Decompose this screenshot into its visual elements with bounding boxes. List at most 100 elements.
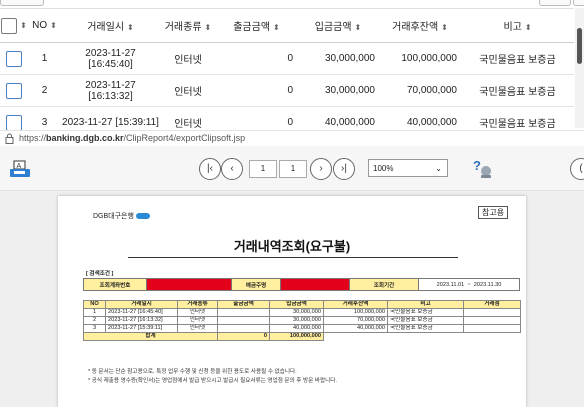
row-checkbox[interactable] <box>6 114 22 131</box>
report-cell <box>217 324 270 333</box>
sort-icon[interactable]: ⬍ <box>50 21 57 30</box>
select-all-header[interactable]: ⬍ <box>0 8 28 43</box>
report-cell <box>217 308 270 317</box>
report-col-header: 거래일시 <box>105 300 178 309</box>
help-icon[interactable]: ? <box>471 157 493 179</box>
print-icon[interactable]: A <box>9 160 31 180</box>
document-notes: * 동 문서는 단순 참고용으로, 특정 업무 수행 및 신청 등을 위한 용도… <box>88 368 337 386</box>
period-from: 2023.11.01 <box>436 281 465 288</box>
url-host: banking.dgb.co.kr <box>46 133 124 143</box>
last-page-icon: ›| <box>341 163 347 174</box>
report-col-header: 거래후잔액 <box>323 300 388 309</box>
top-partial-button[interactable] <box>539 0 571 6</box>
report-cell: 2 <box>83 316 106 325</box>
report-cell: 100,000,000 <box>323 308 388 317</box>
report-cell: 70,000,000 <box>323 316 388 325</box>
report-page: DGB대구은행 참고용 거래내역조회(요구불) [ 검색조건 ] 조회계좌번호 … <box>58 196 526 407</box>
period-label: 조회기간 <box>349 278 419 291</box>
cell-type: 인터넷 <box>160 42 216 75</box>
grid-scrollbar[interactable] <box>575 8 584 128</box>
col-header-label: 비고 <box>503 22 522 33</box>
col-header-withdraw[interactable]: 출금금액 ⬍ <box>216 8 297 43</box>
page-current-input[interactable]: 1 <box>249 160 277 178</box>
report-col-header: 입금금액 <box>269 300 324 309</box>
next-page-button[interactable]: › <box>310 158 332 180</box>
search-conditions-title: [ 검색조건 ] <box>86 271 114 277</box>
next-page-partial-button[interactable]: ( <box>570 158 584 180</box>
col-header-label: 입금금액 <box>314 22 352 33</box>
report-col-header: 비고 <box>387 300 464 309</box>
prev-page-button[interactable]: ‹ <box>221 158 243 180</box>
url-prefix: https:// <box>19 133 47 143</box>
note-line: * 동 문서는 단순 참고용으로, 특정 업무 수행 및 신청 등을 위한 용도… <box>88 369 297 375</box>
total-empty <box>463 332 521 341</box>
col-header-label: NO <box>32 20 48 31</box>
period-value: 2023.11.01 ~ 2023.11.30 <box>418 278 520 291</box>
select-all-checkbox[interactable] <box>1 17 18 34</box>
lock-icon <box>5 133 14 144</box>
report-cell: 2023-11-27 [16:13:32] <box>105 316 178 325</box>
cell-deposit: 30,000,000 <box>297 42 379 75</box>
report-cell: 1 <box>83 308 106 317</box>
col-header-no[interactable]: NO ⬍ <box>28 8 61 43</box>
note-line: * 공식 제출용 영수증(확인서)는 영업점에서 발급 받으시고 발급시 필요서… <box>88 378 337 384</box>
account-value-redacted <box>146 278 232 291</box>
sort-icon[interactable]: ⬍ <box>20 21 27 30</box>
col-header-date[interactable]: 거래일시 ⬍ <box>61 8 160 43</box>
table-row[interactable]: 2 2023-11-27 [16:13:32] 인터넷 0 30,000,000… <box>0 74 574 107</box>
col-header-type[interactable]: 거래종류 ⬍ <box>160 8 216 43</box>
holder-value-redacted <box>280 278 350 291</box>
col-header-memo[interactable]: 비고 ⬍ <box>461 8 574 43</box>
table-row[interactable]: 1 2023-11-27 [16:45:40] 인터넷 0 30,000,000… <box>0 42 574 75</box>
report-cell: 3 <box>83 324 106 333</box>
cell-balance: 70,000,000 <box>379 74 461 107</box>
sort-icon[interactable]: ⬍ <box>205 23 212 32</box>
report-cell <box>217 316 270 325</box>
report-cell: 국민물음표 보증금 <box>387 316 464 325</box>
zoom-select[interactable]: 100% ⌄ <box>368 159 448 177</box>
account-label: 조회계좌번호 <box>83 278 147 291</box>
top-strip <box>0 0 584 6</box>
svg-text:A: A <box>17 163 22 170</box>
report-cell: 40,000,000 <box>323 324 388 333</box>
top-partial-button[interactable] <box>573 0 584 6</box>
grid-scrollbar-thumb[interactable] <box>577 28 582 64</box>
report-cell: 40,000,000 <box>269 324 324 333</box>
cell-deposit: 30,000,000 <box>297 74 379 107</box>
sort-icon[interactable]: ⬍ <box>525 23 532 32</box>
row-checkbox[interactable] <box>6 50 22 67</box>
last-page-button[interactable]: ›| <box>333 158 355 180</box>
url-status-bar: https://banking.dgb.co.kr/ClipReport4/ex… <box>0 130 584 146</box>
cell-withdraw: 0 <box>216 74 297 107</box>
svg-text:?: ? <box>473 158 481 173</box>
document-title: 거래내역조회(요구불) <box>233 239 351 254</box>
report-row: 1 2023-11-27 [16:45:40] 인터넷 30,000,000 1… <box>83 308 521 317</box>
sort-icon[interactable]: ⬍ <box>127 23 134 32</box>
report-cell: 30,000,000 <box>269 308 324 317</box>
col-header-label: 거래종류 <box>164 22 202 33</box>
report-cell: 2023-11-27 [15:39:11] <box>105 324 178 333</box>
col-header-deposit[interactable]: 입금금액 ⬍ <box>297 8 379 43</box>
total-label: 합계 <box>83 332 218 341</box>
sort-icon[interactable]: ⬍ <box>273 23 280 32</box>
cell-withdraw: 0 <box>216 42 297 75</box>
report-total-row: 합계 0 100,000,000 <box>83 332 521 341</box>
report-cell <box>463 316 521 325</box>
cell-no: 2 <box>28 74 61 107</box>
total-empty <box>323 332 388 341</box>
sort-icon[interactable]: ⬍ <box>355 23 362 32</box>
search-conditions-table: 조회계좌번호 예금주명 조회기간 2023.11.01 ~ 2023.11.30 <box>83 278 520 291</box>
top-partial-button[interactable] <box>0 0 44 6</box>
grid-header-row: ⬍ NO ⬍ 거래일시 ⬍ 거래종류 ⬍ 출금금액 ⬍ 입금금액 ⬍ 거래후잔액 ⬍ 비고 ⬍ <box>0 8 574 43</box>
first-page-button[interactable]: |‹ <box>199 158 221 180</box>
report-col-header: 거래점 <box>463 300 521 309</box>
zoom-value: 100% <box>373 164 394 173</box>
cell-date: 2023-11-27 [16:45:40] <box>61 42 160 75</box>
report-cell: 인터넷 <box>177 316 218 325</box>
cell-memo: 국민물음표 보증금 <box>461 74 574 107</box>
sort-icon[interactable]: ⬍ <box>441 23 448 32</box>
partial-nav-icon: ( <box>579 163 583 174</box>
col-header-balance[interactable]: 거래후잔액 ⬍ <box>379 8 461 43</box>
report-col-header: 출금금액 <box>217 300 270 309</box>
row-checkbox[interactable] <box>6 82 22 99</box>
